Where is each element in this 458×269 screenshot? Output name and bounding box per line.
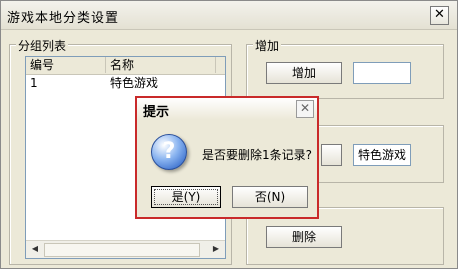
dialog-title: 提示 (143, 105, 170, 120)
row-id: 1 (30, 76, 38, 90)
column-header-name[interactable]: 名称 (106, 57, 216, 73)
row-name: 特色游戏 (110, 76, 159, 90)
dialog-close-button[interactable]: ✕ (296, 100, 314, 118)
delete-button[interactable]: 删除 (266, 226, 342, 248)
scroll-thumb[interactable] (44, 243, 200, 257)
close-icon: ✕ (299, 101, 311, 115)
add-button[interactable]: 增加 (266, 62, 342, 84)
no-button[interactable]: 否(N) (232, 186, 308, 208)
window-title: 游戏本地分类设置 (7, 11, 120, 26)
close-button[interactable]: ✕ (430, 6, 449, 25)
title-bar[interactable]: 游戏本地分类设置 ✕ (1, 1, 457, 30)
question-icon: ? (151, 134, 187, 170)
scroll-left-icon[interactable]: ◀ (28, 242, 42, 256)
edit-button[interactable] (321, 144, 342, 166)
dialog-title-bar[interactable]: 提示 ✕ (137, 98, 317, 120)
group-add-label: 增加 (253, 37, 282, 54)
dialog-message: 是否要删除1条记录? (202, 148, 313, 162)
horizontal-scrollbar[interactable]: ◀ ▶ (26, 240, 225, 258)
yes-button[interactable]: 是(Y) (151, 186, 221, 208)
add-name-input[interactable] (353, 62, 411, 84)
close-icon: ✕ (434, 7, 445, 22)
scroll-right-icon[interactable]: ▶ (209, 242, 223, 256)
table-row[interactable]: 1 特色游戏 (26, 75, 225, 91)
edit-name-input[interactable]: 特色游戏 (353, 144, 411, 166)
column-header-id[interactable]: 编号 (26, 57, 106, 73)
group-list-label: 分组列表 (16, 37, 69, 54)
list-header: 编号 名称 (26, 57, 225, 75)
confirm-dialog: 提示 ✕ ? 是否要删除1条记录? 是(Y) 否(N) (135, 96, 319, 219)
